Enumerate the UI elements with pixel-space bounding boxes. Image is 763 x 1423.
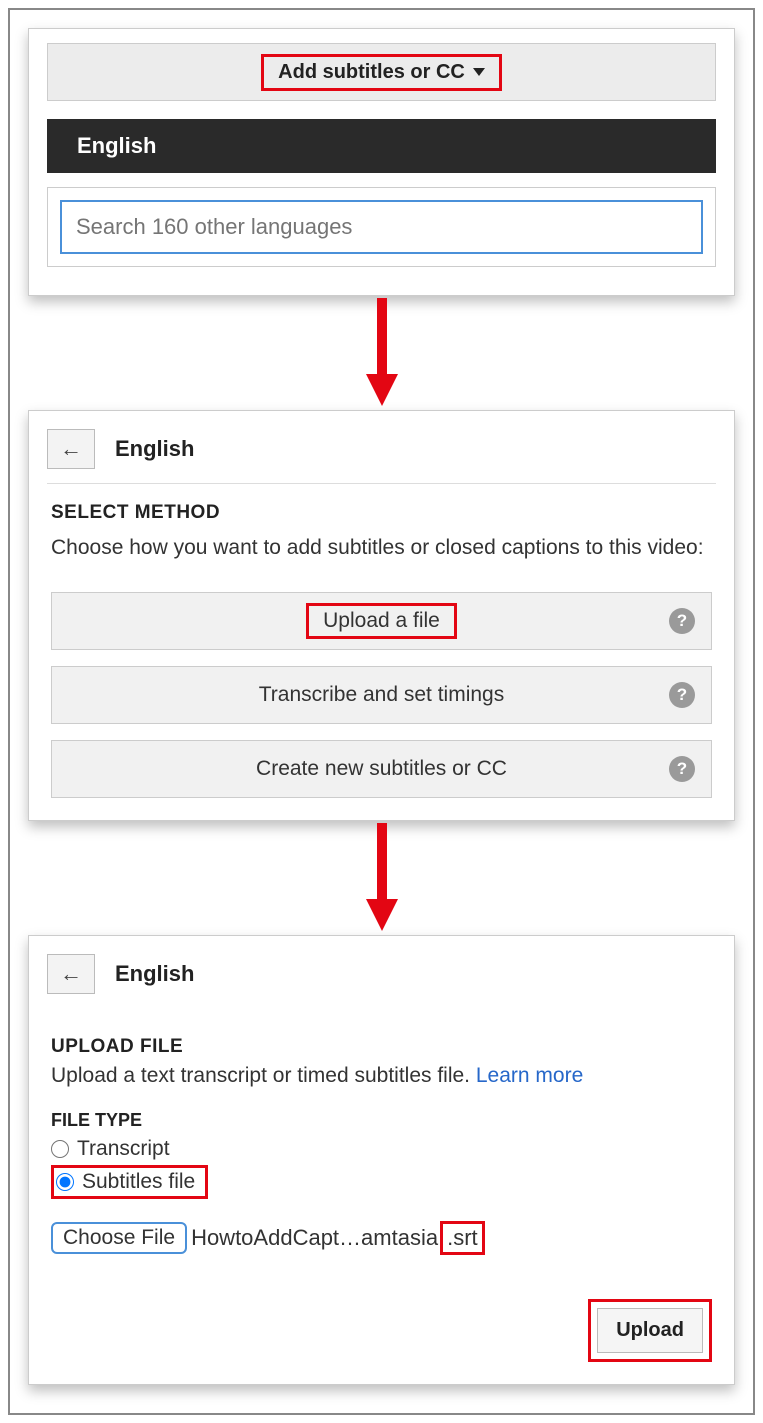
- method-transcribe-label: Transcribe and set timings: [259, 683, 505, 707]
- language-search-input[interactable]: [60, 200, 703, 254]
- tutorial-frame: Add subtitles or CC English ← English SE…: [8, 8, 755, 1415]
- file-type-heading: FILE TYPE: [51, 1110, 712, 1131]
- panel2-language-title: English: [115, 436, 194, 462]
- flow-arrow-2: [28, 823, 735, 933]
- panel-upload-file: ← English UPLOAD FILE Upload a text tran…: [28, 935, 735, 1385]
- highlight-upload-button: Upload: [588, 1299, 712, 1362]
- radio-subtitles[interactable]: [56, 1173, 74, 1191]
- choose-file-button[interactable]: Choose File: [51, 1222, 187, 1254]
- add-subtitles-label: Add subtitles or CC: [278, 61, 465, 84]
- select-method-heading: SELECT METHOD: [51, 502, 712, 524]
- panel-language-picker: Add subtitles or CC English: [28, 28, 735, 296]
- panel3-language-title: English: [115, 961, 194, 987]
- method-transcribe[interactable]: Transcribe and set timings ?: [51, 666, 712, 724]
- method-upload-file[interactable]: Upload a file ?: [51, 592, 712, 650]
- radio-transcript-label: Transcript: [77, 1137, 170, 1161]
- selected-language-row[interactable]: English: [47, 119, 716, 173]
- method-create-label: Create new subtitles or CC: [256, 757, 507, 781]
- radio-subtitles-label: Subtitles file: [82, 1170, 195, 1194]
- arrow-left-icon: ←: [60, 963, 82, 985]
- upload-button[interactable]: Upload: [597, 1308, 703, 1353]
- back-button[interactable]: ←: [47, 954, 95, 994]
- panel-select-method: ← English SELECT METHOD Choose how you w…: [28, 410, 735, 821]
- highlight-upload-file: Upload a file: [306, 603, 457, 639]
- highlight-add-subtitles: Add subtitles or CC: [261, 54, 502, 91]
- panel3-header: ← English: [29, 936, 734, 1008]
- learn-more-link[interactable]: Learn more: [476, 1064, 583, 1087]
- select-method-description: Choose how you want to add subtitles or …: [51, 534, 712, 562]
- chosen-file-line: Choose File HowtoAddCapt…amtasia.srt: [51, 1221, 712, 1255]
- upload-file-description: Upload a text transcript or timed subtit…: [51, 1064, 712, 1088]
- highlight-file-extension: .srt: [440, 1221, 485, 1255]
- chosen-file-name: HowtoAddCapt…amtasia: [191, 1225, 438, 1251]
- radio-transcript[interactable]: [51, 1140, 69, 1158]
- help-icon[interactable]: ?: [669, 608, 695, 634]
- flow-arrow-1: [28, 298, 735, 408]
- arrow-left-icon: ←: [60, 438, 82, 460]
- method-create-new[interactable]: Create new subtitles or CC ?: [51, 740, 712, 798]
- upload-button-row: Upload: [51, 1299, 712, 1362]
- radio-transcript-row[interactable]: Transcript: [51, 1137, 712, 1161]
- chevron-down-icon: [473, 68, 485, 76]
- radio-subtitles-row[interactable]: Subtitles file: [51, 1165, 208, 1199]
- help-icon[interactable]: ?: [669, 756, 695, 782]
- panel2-header: ← English: [29, 411, 734, 483]
- language-search-container: [47, 187, 716, 267]
- help-icon[interactable]: ?: [669, 682, 695, 708]
- upload-file-heading: UPLOAD FILE: [51, 1036, 712, 1058]
- selected-language-label: English: [77, 133, 156, 158]
- add-subtitles-dropdown[interactable]: Add subtitles or CC: [47, 43, 716, 101]
- method-upload-label: Upload a file: [323, 609, 440, 632]
- back-button[interactable]: ←: [47, 429, 95, 469]
